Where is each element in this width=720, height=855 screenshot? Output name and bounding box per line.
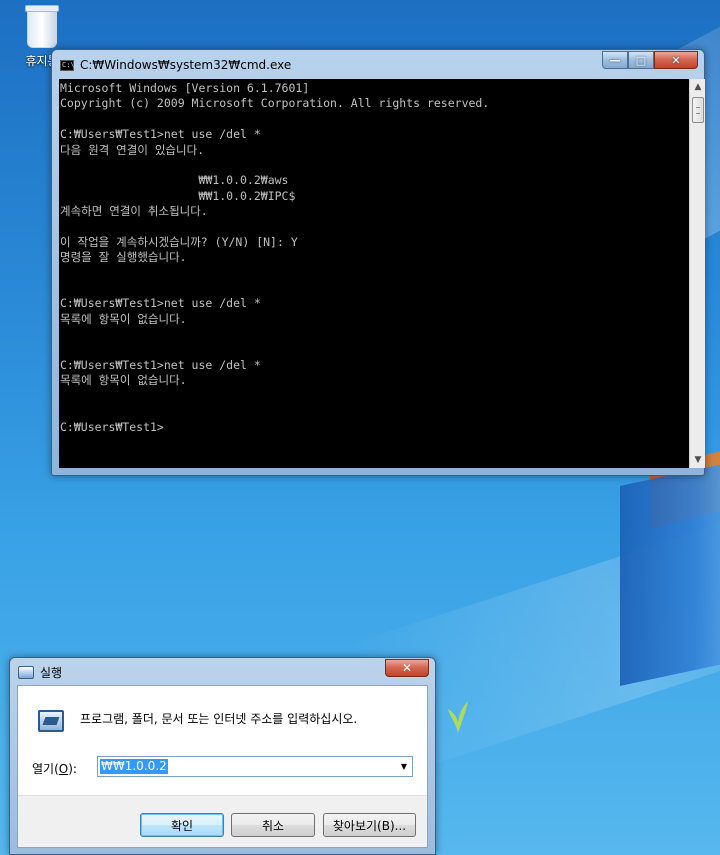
- run-dialog-footer: 확인 취소 찾아보기(B)...: [18, 795, 427, 847]
- console-line: ₩₩1.0.0.2₩aws: [60, 173, 289, 188]
- close-button[interactable]: ✕: [654, 51, 698, 69]
- console-line: 계속하면 연결이 취소됩니다.: [60, 204, 208, 219]
- console-line: Copyright (c) 2009 Microsoft Corporation…: [60, 96, 490, 111]
- browse-button[interactable]: 찾아보기(B)...: [323, 813, 416, 837]
- console-line: C:₩Users₩Test1>net use /del *: [60, 358, 261, 373]
- console-line: 목록에 항목이 없습니다.: [60, 373, 187, 388]
- run-description: 프로그램, 폴더, 문서 또는 인터넷 주소를 입력하십시오.: [80, 712, 358, 726]
- console-prompt: C:₩Users₩Test1>: [60, 419, 164, 434]
- run-app-icon: [18, 666, 34, 679]
- maximize-button[interactable]: □: [628, 51, 654, 69]
- run-program-icon: [38, 710, 64, 732]
- console-line: 목록에 항목이 없습니다.: [60, 311, 187, 326]
- run-close-button[interactable]: ✕: [385, 659, 429, 677]
- cancel-button[interactable]: 취소: [231, 813, 315, 837]
- console-line: 이 작업을 계속하시겠습니까? (Y/N) [N]: Y: [60, 234, 298, 249]
- run-dialog[interactable]: 실행 ✕ 프로그램, 폴더, 문서 또는 인터넷 주소를 입력하십시오. 열기(…: [9, 657, 436, 855]
- cmd-console-output[interactable]: Microsoft Windows [Version 6.1.7601] Cop…: [59, 79, 689, 468]
- scroll-down-icon[interactable]: ▼: [690, 452, 706, 468]
- open-label: 열기(O):: [32, 762, 77, 776]
- minimize-button[interactable]: —: [602, 51, 628, 69]
- open-input-value[interactable]: ₩₩1.0.0.2: [100, 759, 168, 774]
- console-line: C:₩Users₩Test1>net use /del *: [60, 127, 261, 142]
- cmd-window-controls: — □ ✕: [602, 51, 698, 69]
- wallpaper-logo: [620, 454, 720, 686]
- console-line: ₩₩1.0.0.2₩IPC$: [60, 188, 296, 203]
- open-label-hotkey: O: [58, 762, 69, 776]
- ok-button[interactable]: 확인: [140, 813, 224, 837]
- cmd-window-title: C:₩Windows₩system32₩cmd.exe: [80, 58, 292, 72]
- run-titlebar[interactable]: 실행: [18, 664, 62, 681]
- run-dialog-title: 실행: [40, 666, 63, 680]
- console-line: 명령을 잘 실행했습니다.: [60, 250, 187, 265]
- cmd-app-icon[interactable]: C:\: [60, 59, 75, 71]
- cmd-scrollbar[interactable]: ▲ ▼: [689, 79, 705, 468]
- open-combobox[interactable]: ₩₩1.0.0.2 ▼: [97, 756, 413, 777]
- console-line: Microsoft Windows [Version 6.1.7601]: [60, 81, 310, 95]
- run-dialog-body: 프로그램, 폴더, 문서 또는 인터넷 주소를 입력하십시오. 열기(O): ₩…: [17, 685, 428, 848]
- wallpaper-leaf-icon: [448, 701, 468, 733]
- recycle-bin-icon: [25, 5, 59, 48]
- chevron-down-icon[interactable]: ▼: [396, 757, 412, 776]
- scroll-up-icon[interactable]: ▲: [690, 79, 706, 95]
- console-line: 다음 원격 연결이 있습니다.: [60, 142, 205, 157]
- cmd-window[interactable]: C:\ C:₩Windows₩system32₩cmd.exe — □ ✕ Mi…: [51, 49, 705, 476]
- console-line: C:₩Users₩Test1>net use /del *: [60, 296, 261, 311]
- scrollbar-thumb[interactable]: [692, 97, 704, 123]
- cmd-titlebar[interactable]: C:\ C:₩Windows₩system32₩cmd.exe: [60, 56, 291, 74]
